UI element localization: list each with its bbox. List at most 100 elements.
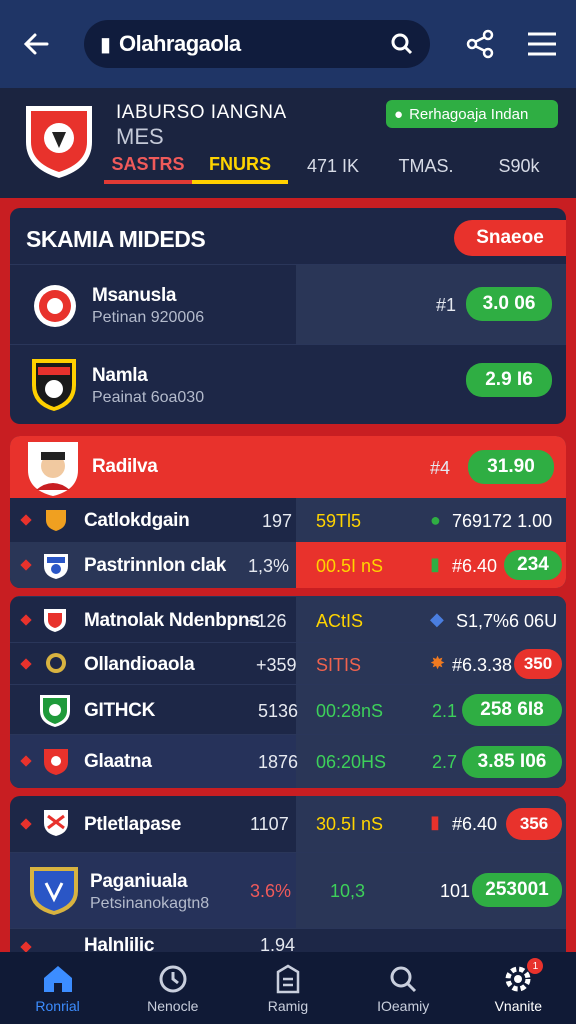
team-crest-icon bbox=[26, 106, 92, 178]
club-crest-icon bbox=[46, 510, 66, 531]
club-crest-icon bbox=[44, 554, 68, 579]
list-item[interactable]: Namla Peainat 6oa030 2.9 I6 bbox=[10, 344, 566, 424]
table-row[interactable]: Catlokdgain 197 59Tl5 ● 769172 1.00 bbox=[10, 498, 566, 542]
tab-more[interactable]: S90k bbox=[474, 148, 564, 184]
match-sub: Petinan 920006 bbox=[92, 309, 205, 326]
odds: #6.3.38 bbox=[452, 655, 513, 675]
match-name: Namla bbox=[92, 365, 148, 386]
share-icon[interactable] bbox=[464, 28, 496, 60]
table-row[interactable]: Matnolak Ndenbpns +126 ACtIS ◆ S1,7%6 06… bbox=[10, 596, 566, 642]
match-sub: Petsinanokagtn8 bbox=[90, 895, 210, 912]
table-row[interactable]: Halnlilic 1.94 bbox=[10, 928, 566, 952]
table-row[interactable]: Ptletlapase 1107 30.5I nS ▮ #6.40 356 bbox=[10, 796, 566, 852]
up-arrow-icon: ● bbox=[430, 510, 441, 530]
odds: 769172 1.00 bbox=[452, 511, 553, 531]
table-row[interactable]: Ollandioaola +359 SITIS ✸ #6.3.38 350 bbox=[10, 642, 566, 684]
table-row[interactable]: Paganiuala Petsinanokagtn8 3.6% 10,3 101… bbox=[10, 852, 566, 929]
odds-value[interactable]: 31.90 bbox=[468, 450, 554, 484]
odds-value[interactable]: 258 6I8 bbox=[462, 694, 562, 726]
match-time: SITIS bbox=[316, 655, 362, 675]
club-crest-icon bbox=[34, 285, 76, 327]
club-crest-icon bbox=[44, 749, 68, 775]
match-name: Paganiuala bbox=[90, 871, 188, 892]
match-sub: Peainat 6oa030 bbox=[92, 389, 205, 406]
player-avatar-icon bbox=[28, 442, 78, 496]
nav-label: IOeamiy bbox=[377, 998, 430, 1014]
menu-icon[interactable] bbox=[526, 30, 558, 58]
stat-value: 1876 bbox=[258, 752, 299, 772]
team-name: Radilva bbox=[92, 456, 158, 477]
table-row[interactable]: Pastrinnlon clak 1,3% 00.5I nS ▮ #6.40 2… bbox=[10, 542, 566, 588]
tab-count[interactable]: 471 IK bbox=[288, 148, 378, 184]
match-name: Pastrinnlon clak bbox=[84, 555, 226, 576]
nav-home[interactable]: Ronrial bbox=[3, 964, 113, 1014]
document-icon bbox=[276, 964, 300, 994]
stat-value: 1107 bbox=[250, 814, 289, 834]
stat-value: 1.94 bbox=[260, 935, 296, 952]
odds-value[interactable]: 356 bbox=[506, 808, 562, 840]
bullet-icon bbox=[20, 559, 32, 571]
shield-icon: ◆ bbox=[430, 609, 444, 629]
results-card: Matnolak Ndenbpns +126 ACtIS ◆ S1,7%6 06… bbox=[10, 596, 566, 788]
team-name: IABURSO IANGNA bbox=[116, 102, 287, 123]
team-subtitle: MES bbox=[116, 124, 164, 149]
search-input[interactable]: ▮ Olahragaola bbox=[84, 20, 430, 68]
match-name: Glaatna bbox=[84, 751, 152, 772]
odds: S1,7%6 06U bbox=[456, 611, 558, 631]
mic-icon: ▮ bbox=[100, 33, 112, 56]
tab-stats[interactable]: SASTRS bbox=[104, 148, 192, 184]
bullet-icon bbox=[20, 514, 32, 526]
rank: #1 bbox=[436, 295, 457, 315]
match-name: Halnlilic bbox=[84, 935, 155, 952]
bullet-icon bbox=[20, 614, 32, 626]
team-header-row[interactable]: Radilva #4 31.90 bbox=[10, 436, 566, 498]
tab-fixtures[interactable]: FNURS bbox=[192, 148, 288, 184]
table-row[interactable]: Glaatna 1876 06:20HS 2.7 3.85 I06 bbox=[10, 734, 566, 788]
club-crest-icon bbox=[46, 653, 66, 673]
match-time: ACtIS bbox=[316, 611, 364, 631]
search-icon bbox=[390, 966, 417, 993]
tab-teams[interactable]: TMAS. bbox=[378, 148, 474, 184]
stat-value: 1,3% bbox=[248, 556, 290, 576]
nav-label: Ramig bbox=[267, 998, 309, 1014]
stat-value: +126 bbox=[246, 611, 287, 631]
odds-value[interactable]: 253001 bbox=[472, 873, 562, 907]
stat-value: 5136 bbox=[258, 701, 299, 721]
section-title: SKAMIA MIDEDS bbox=[26, 226, 206, 252]
odds: 101 bbox=[440, 881, 471, 901]
top-bar: ▮ Olahragaola bbox=[0, 0, 576, 88]
team-tabs: SASTRS FNURS 471 IK TMAS. S90k bbox=[104, 148, 576, 184]
list-item[interactable]: Msanusla Petinan 920006 #1 3.0 06 bbox=[10, 264, 566, 345]
team-card: Radilva #4 31.90 Catlokdgain 197 59Tl5 ●… bbox=[10, 436, 566, 588]
nav-label: Nenocle bbox=[147, 998, 199, 1014]
match-name: GITHCK bbox=[84, 700, 156, 721]
odds-value[interactable]: 350 bbox=[514, 649, 562, 679]
nav-settings[interactable]: 1 Vnanite bbox=[463, 958, 573, 1014]
match-name: Catlokdgain bbox=[84, 510, 190, 531]
team-header: IABURSO IANGNA MES ● Rerhagoaja Indan SA… bbox=[0, 88, 576, 198]
odds-value[interactable]: 234 bbox=[504, 550, 562, 580]
bullet-icon bbox=[20, 658, 32, 670]
club-crest-icon bbox=[44, 609, 66, 632]
odds: 2.7 bbox=[432, 752, 458, 772]
odds-value[interactable]: 3.0 06 bbox=[466, 287, 552, 321]
table-row[interactable]: GITHCK 5136 00:28nS 2.1 258 6I8 bbox=[10, 684, 566, 734]
see-all-button[interactable]: Snaeoe bbox=[454, 220, 566, 256]
odds-value[interactable]: 3.85 I06 bbox=[462, 746, 562, 778]
search-icon[interactable] bbox=[390, 32, 414, 56]
odds-value[interactable]: 2.9 I6 bbox=[466, 363, 552, 397]
nav-search[interactable]: IOeamiy bbox=[348, 964, 458, 1014]
home-icon bbox=[43, 966, 72, 992]
match-name: Ptletlapase bbox=[84, 814, 182, 835]
follow-badge[interactable]: ● Rerhagoaja Indan bbox=[386, 100, 558, 128]
bullet-icon bbox=[20, 818, 32, 830]
club-crest-icon bbox=[44, 810, 68, 836]
match-time: 30.5I nS bbox=[316, 814, 384, 834]
match-name: Msanusla bbox=[92, 285, 177, 306]
match-time: 59Tl5 bbox=[316, 511, 362, 531]
shirt-icon: ▮ bbox=[430, 554, 440, 574]
nav-docs[interactable]: Ramig bbox=[233, 964, 343, 1014]
match-time: 10,3 bbox=[330, 881, 366, 901]
nav-recent[interactable]: Nenocle bbox=[118, 964, 228, 1014]
back-button[interactable] bbox=[18, 26, 54, 62]
